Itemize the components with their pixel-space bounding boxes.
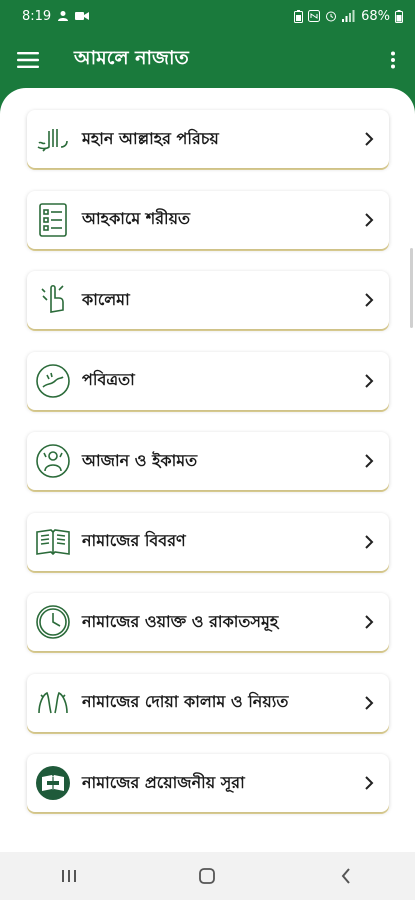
status-bar: 8:19 68% — [0, 0, 415, 32]
back-icon[interactable] — [316, 852, 376, 900]
person-icon — [57, 10, 69, 22]
signal-icon — [342, 10, 356, 22]
menu-item-label: আহকামে শরীয়ত — [82, 209, 191, 228]
menu-item-namaz-doa[interactable]: নামাজের দোয়া কালাম ও নিয়্যত — [27, 673, 389, 732]
menu-item-label: নামাজের ওয়াক্ত ও রাকাতসমূহ — [82, 611, 279, 631]
app-bar: আমলে নাজাত — [0, 32, 415, 88]
chevron-right-icon — [359, 532, 379, 552]
battery-icon — [395, 9, 403, 23]
home-icon[interactable] — [177, 852, 237, 900]
video-camera-icon — [75, 11, 90, 21]
muezzin-icon — [32, 440, 74, 482]
chevron-right-icon — [359, 773, 379, 793]
menu-item-namaz-sura[interactable]: নামাজের প্রয়োজনীয় সূরা — [27, 754, 389, 812]
app-title: আমলে নাজাত — [74, 47, 189, 69]
menu-item-label: কালেমা — [82, 289, 130, 309]
battery-saver-icon — [294, 9, 304, 23]
chevron-right-icon — [359, 290, 379, 310]
menu-item-azan-ikamat[interactable]: আজান ও ইকামত — [27, 432, 389, 490]
menu-item-label: নামাজের দোয়া কালাম ও নিয়্যত — [82, 692, 289, 711]
praying-hands-icon — [32, 682, 74, 724]
raised-finger-icon — [32, 279, 74, 321]
content-area[interactable]: মহান আল্লাহর পরিচয় আহকামে শরীয়ত কালেমা… — [0, 88, 415, 852]
checklist-icon — [32, 199, 74, 241]
quran-icon — [32, 762, 74, 804]
status-time: 8:19 — [22, 8, 52, 24]
recent-apps-icon[interactable] — [39, 852, 99, 900]
chevron-right-icon — [359, 371, 379, 391]
menu-item-label: পবিত্রতা — [82, 370, 135, 389]
menu-list: মহান আল্লাহর পরিচয় আহকামে শরীয়ত কালেমা… — [27, 110, 389, 835]
chevron-right-icon — [359, 612, 379, 632]
chevron-right-icon — [359, 129, 379, 149]
more-vert-icon[interactable] — [371, 32, 415, 88]
menu-item-pobitrota[interactable]: পবিত্রতা — [27, 351, 389, 410]
scroll-indicator — [410, 248, 413, 328]
menu-item-label: নামাজের বিবরণ — [82, 531, 186, 550]
alarm-icon — [325, 10, 337, 22]
hamburger-icon[interactable] — [0, 32, 56, 88]
chevron-right-icon — [359, 693, 379, 713]
menu-item-allah-introduction[interactable]: মহান আল্লাহর পরিচয় — [27, 110, 389, 168]
nfc-icon — [308, 10, 321, 22]
menu-item-kalema[interactable]: কালেমা — [27, 271, 389, 329]
chevron-right-icon — [359, 451, 379, 471]
system-navigation-bar — [0, 852, 415, 900]
menu-item-namaz-waqt[interactable]: নামাজের ওয়াক্ত ও রাকাতসমূহ — [27, 593, 389, 651]
menu-item-label: মহান আল্লাহর পরিচয় — [82, 128, 219, 148]
open-book-icon — [32, 521, 74, 563]
clock-icon — [32, 601, 74, 643]
allah-calligraphy-icon — [32, 118, 74, 160]
menu-item-label: আজান ও ইকামত — [82, 450, 198, 470]
battery-percent: 68% — [361, 8, 390, 24]
menu-item-ahkame-shariat[interactable]: আহকামে শরীয়ত — [27, 190, 389, 249]
menu-item-label: নামাজের প্রয়োজনীয় সূরা — [82, 772, 245, 792]
menu-item-namaz-biboron[interactable]: নামাজের বিবরণ — [27, 512, 389, 571]
ablution-icon — [32, 360, 74, 402]
chevron-right-icon — [359, 210, 379, 230]
